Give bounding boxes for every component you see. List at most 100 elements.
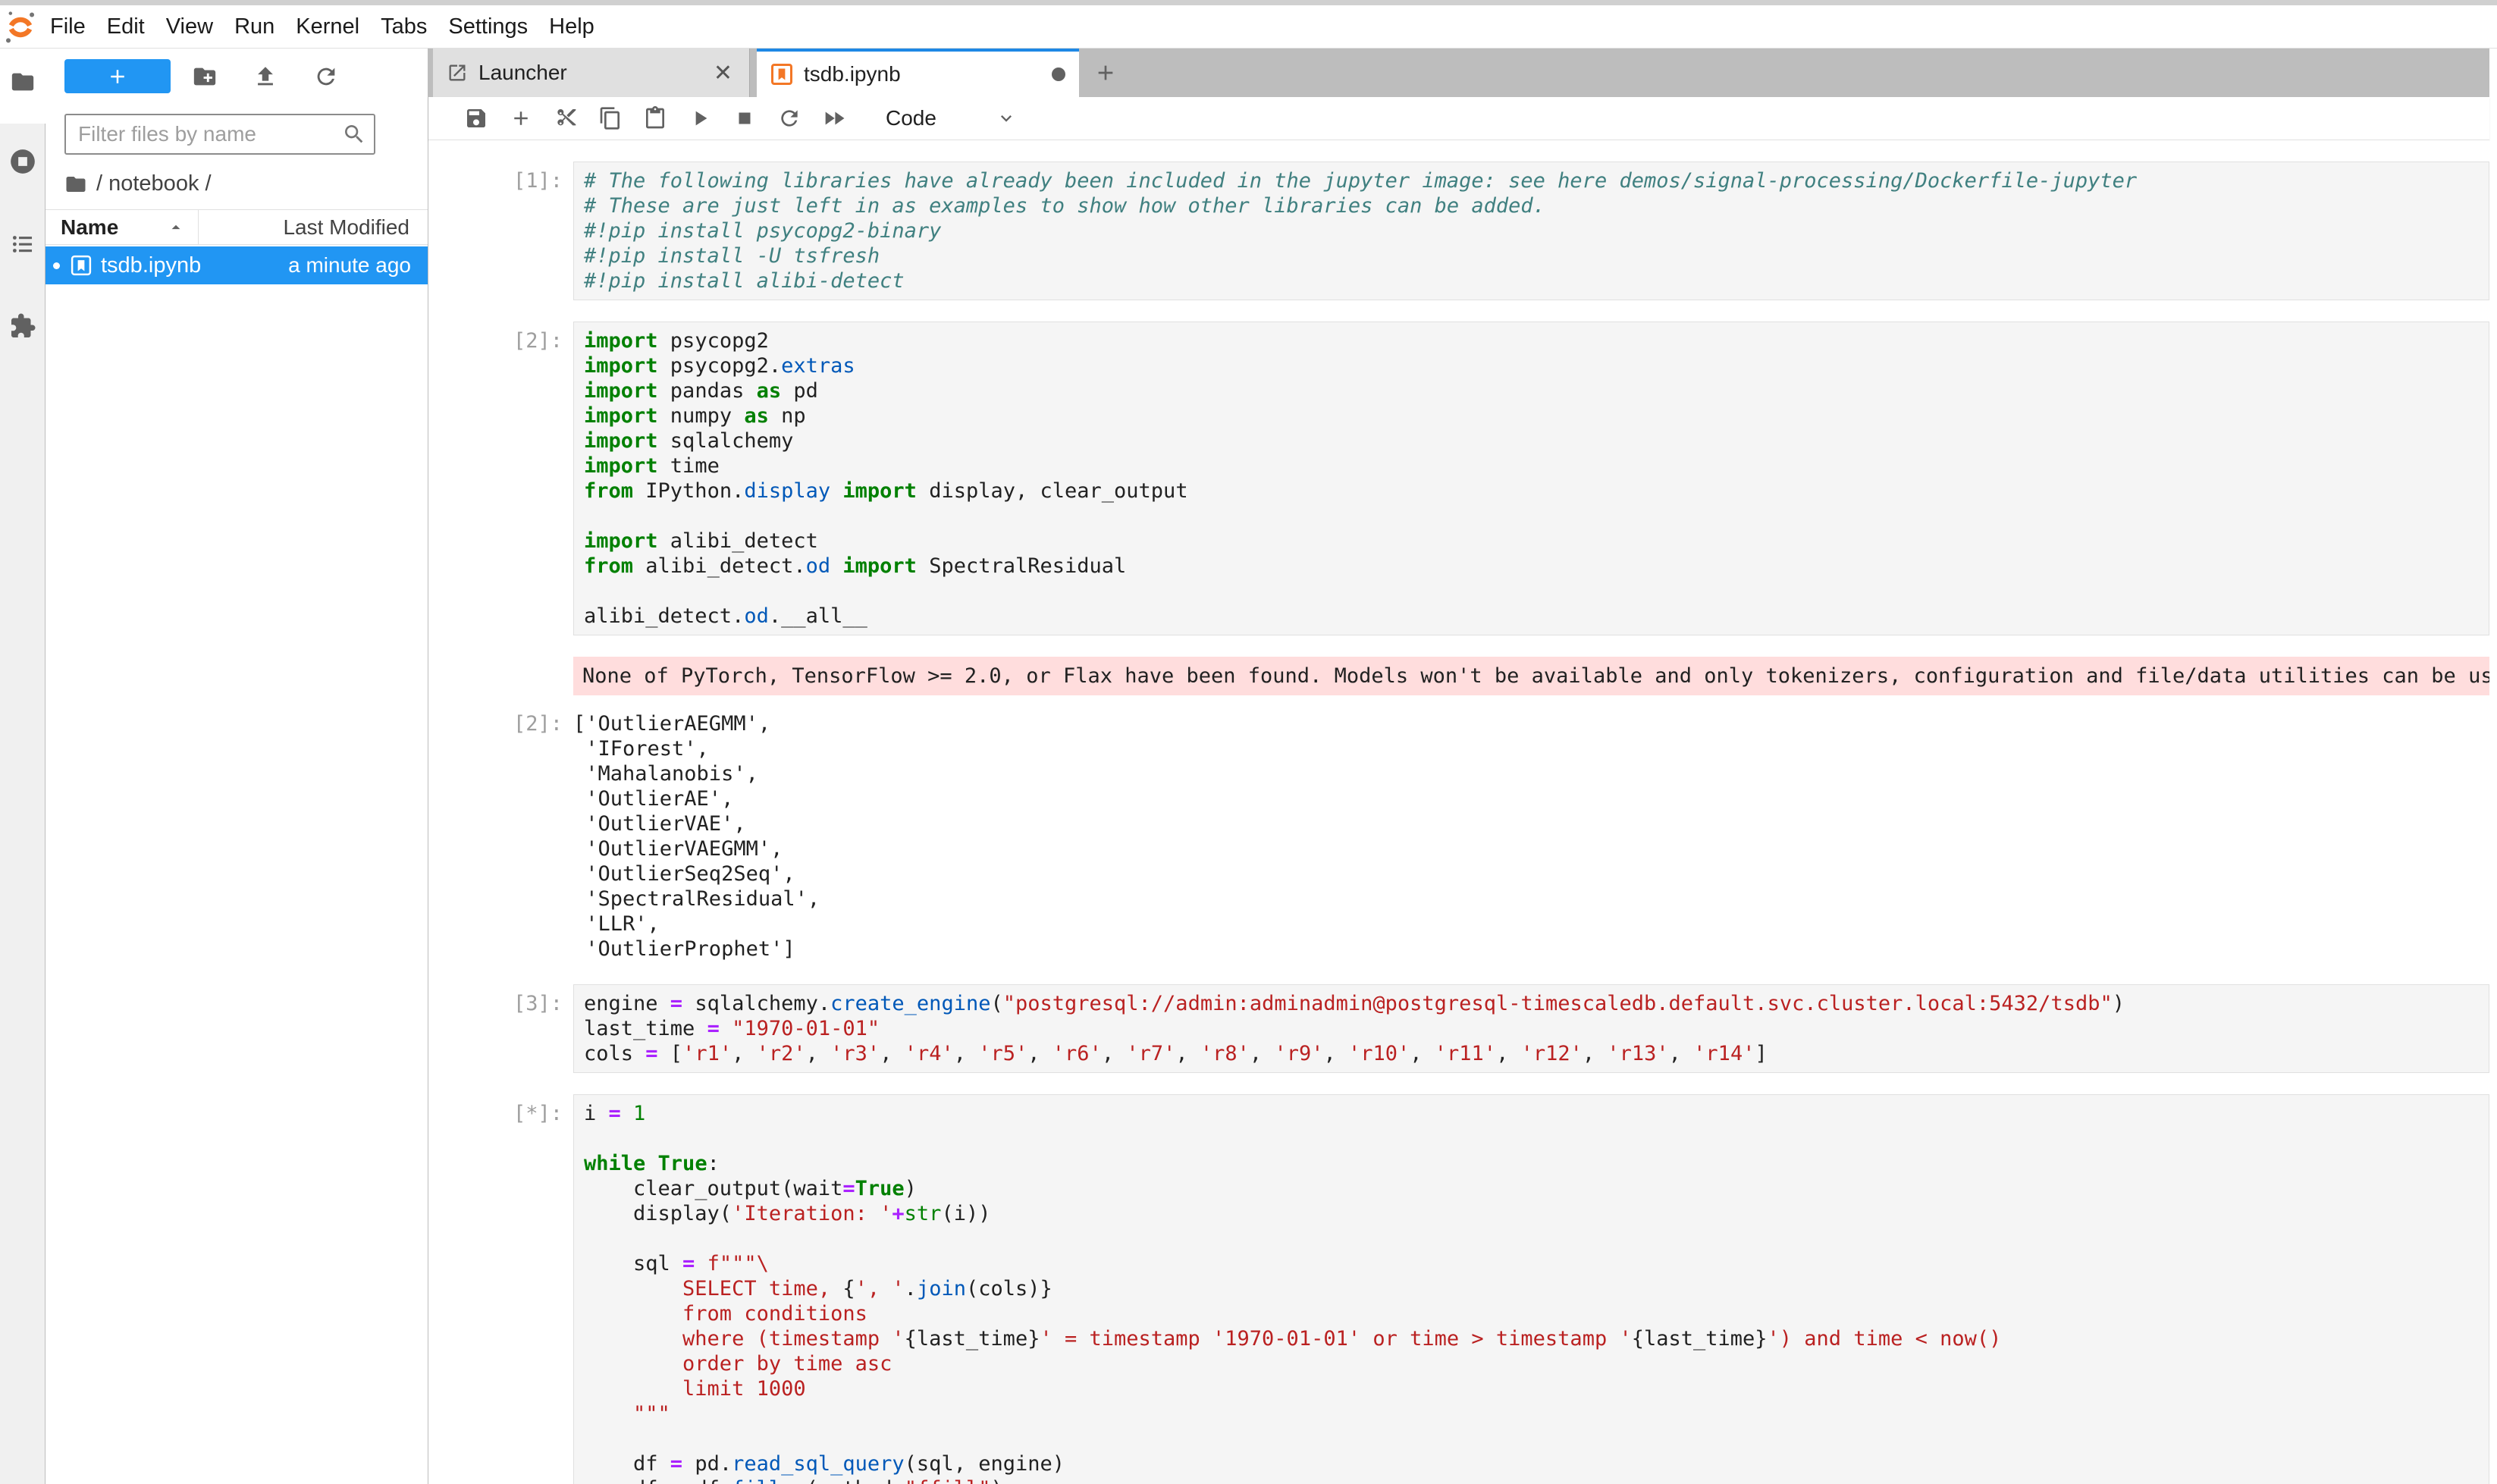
code-line: 'OutlierSeq2Seq', — [573, 861, 2489, 886]
restart-icon — [777, 106, 801, 130]
copy-cells-button[interactable] — [598, 105, 623, 132]
cut-cells-button[interactable] — [553, 105, 579, 132]
cell-prompt: [1]: — [428, 162, 573, 300]
code-line: sql = f"""\ — [584, 1251, 2483, 1276]
code-line: None of PyTorch, TensorFlow >= 2.0, or F… — [582, 664, 2480, 689]
file-row-tsdb[interactable]: tsdb.ipynb a minute ago — [45, 246, 428, 284]
code-line: import alibi_detect — [584, 529, 2483, 554]
save-button[interactable] — [463, 105, 489, 132]
cell-prompt: [2]: — [428, 704, 573, 962]
code-line: from conditions — [584, 1301, 2483, 1326]
execute-result: [2]:['OutlierAEGMM', 'IForest', 'Mahalan… — [428, 704, 2489, 962]
main-layout: / notebook / Name Last Modified tsdb.ipy… — [0, 49, 2497, 1484]
code-line — [584, 504, 2483, 529]
file-browser-icon[interactable] — [10, 69, 36, 95]
save-icon — [464, 106, 488, 130]
refresh-icon — [313, 64, 339, 89]
window-top-strip — [0, 0, 2497, 5]
code-line: 'OutlierVAE', — [573, 811, 2489, 836]
notebook-area: Launcher ✕ tsdb.ipynb — [428, 49, 2497, 1484]
code-line: 'OutlierAE', — [573, 786, 2489, 811]
restart-kernel-button[interactable] — [776, 105, 802, 132]
plus-icon — [1093, 61, 1118, 85]
code-line: #!pip install -U tsfresh — [584, 243, 2483, 268]
cell-editor[interactable]: # The following libraries have already b… — [573, 162, 2489, 300]
breadcrumb-path[interactable]: / notebook / — [96, 171, 212, 196]
code-line: limit 1000 — [584, 1376, 2483, 1401]
file-modified: a minute ago — [201, 253, 428, 278]
close-tab-icon[interactable]: ✕ — [711, 60, 736, 86]
file-browser-toolbar — [64, 59, 428, 93]
run-cell-button[interactable] — [687, 105, 713, 132]
refresh-files-button[interactable] — [311, 61, 341, 92]
file-list-header: Name Last Modified — [45, 209, 428, 245]
extensions-icon[interactable] — [9, 312, 36, 340]
jupyterlab-window: FileEditViewRunKernelTabsSettingsHelp — [0, 0, 2497, 1484]
menu-help[interactable]: Help — [538, 5, 605, 48]
code-cell: [3]:engine = sqlalchemy.create_engine("p… — [428, 984, 2489, 1073]
add-cell-button[interactable] — [508, 105, 534, 132]
menu-kernel[interactable]: Kernel — [285, 5, 370, 48]
code-line: SELECT time, {', '.join(cols)} — [584, 1276, 2483, 1301]
code-line: df = df.fillna(method="ffill") — [584, 1476, 2483, 1484]
notebook-tab-icon — [770, 63, 793, 86]
cell-type-dropdown[interactable]: Code — [886, 106, 1017, 130]
code-line — [584, 1426, 2483, 1451]
code-cell: [1]: # The following libraries have alrea… — [428, 162, 2489, 300]
menu-tabs[interactable]: Tabs — [370, 5, 438, 48]
new-launcher-button[interactable] — [64, 59, 171, 93]
code-line: # The following libraries have already b… — [584, 168, 2483, 193]
kernel-running-dot — [53, 262, 60, 269]
menu-settings[interactable]: Settings — [438, 5, 538, 48]
code-line: order by time asc — [584, 1351, 2483, 1376]
cell-prompt: [*]: — [428, 1094, 573, 1484]
stderr-output: None of PyTorch, TensorFlow >= 2.0, or F… — [428, 657, 2489, 695]
table-of-contents-icon[interactable] — [10, 231, 36, 257]
cell-type-value: Code — [886, 106, 936, 130]
menu-edit[interactable]: Edit — [96, 5, 155, 48]
code-line: cols = ['r1', 'r2', 'r3', 'r4', 'r5', 'r… — [584, 1041, 2483, 1066]
tab-launcher[interactable]: Launcher ✕ — [433, 49, 750, 97]
menu-view[interactable]: View — [155, 5, 224, 48]
interrupt-kernel-button[interactable] — [732, 105, 758, 132]
new-tab-button[interactable] — [1079, 49, 1132, 97]
code-cell: [2]:import psycopg2import psycopg2.extra… — [428, 322, 2489, 635]
menu-file[interactable]: File — [39, 5, 96, 48]
code-line: 'LLR', — [573, 911, 2489, 937]
code-line: # These are just left in as examples to … — [584, 193, 2483, 218]
column-name-header[interactable]: Name — [45, 210, 199, 244]
code-line — [584, 579, 2483, 604]
new-folder-button[interactable] — [190, 61, 220, 92]
code-line: clear_output(wait=True) — [584, 1176, 2483, 1201]
fast-forward-icon — [821, 105, 847, 131]
code-line: import psycopg2.extras — [584, 353, 2483, 378]
cell-editor[interactable]: engine = sqlalchemy.create_engine("postg… — [573, 984, 2489, 1073]
stderr-message: None of PyTorch, TensorFlow >= 2.0, or F… — [573, 657, 2489, 695]
stop-icon — [733, 107, 756, 130]
tab-bar: Launcher ✕ tsdb.ipynb — [428, 49, 2489, 97]
launcher-icon — [447, 62, 468, 83]
sort-ascending-icon — [166, 218, 186, 237]
code-line: while True: — [584, 1151, 2483, 1176]
running-kernels-icon[interactable] — [8, 147, 37, 176]
jupyter-logo — [5, 8, 36, 45]
code-line — [584, 1126, 2483, 1151]
column-modified-header[interactable]: Last Modified — [199, 210, 428, 244]
paste-cells-button[interactable] — [642, 105, 668, 132]
file-browser-panel: / notebook / Name Last Modified tsdb.ipy… — [45, 49, 428, 1484]
breadcrumb[interactable]: / notebook / — [64, 171, 428, 196]
run-all-button[interactable] — [821, 105, 847, 132]
tab-launcher-label: Launcher — [478, 61, 567, 85]
code-line: import sqlalchemy — [584, 428, 2483, 453]
menu-run[interactable]: Run — [224, 5, 285, 48]
upload-button[interactable] — [250, 61, 281, 92]
code-line: #!pip install alibi-detect — [584, 268, 2483, 293]
code-line: #!pip install psycopg2-binary — [584, 218, 2483, 243]
code-line: import psycopg2 — [584, 328, 2483, 353]
code-line: engine = sqlalchemy.create_engine("postg… — [584, 991, 2483, 1016]
cell-editor[interactable]: i = 1 while True: clear_output(wait=True… — [573, 1094, 2489, 1484]
filter-files-input[interactable] — [64, 114, 375, 155]
code-line: from IPython.display import display, cle… — [584, 478, 2483, 504]
tab-tsdb-notebook[interactable]: tsdb.ipynb — [757, 49, 1079, 97]
cell-editor[interactable]: import psycopg2import psycopg2.extras imp… — [573, 322, 2489, 635]
